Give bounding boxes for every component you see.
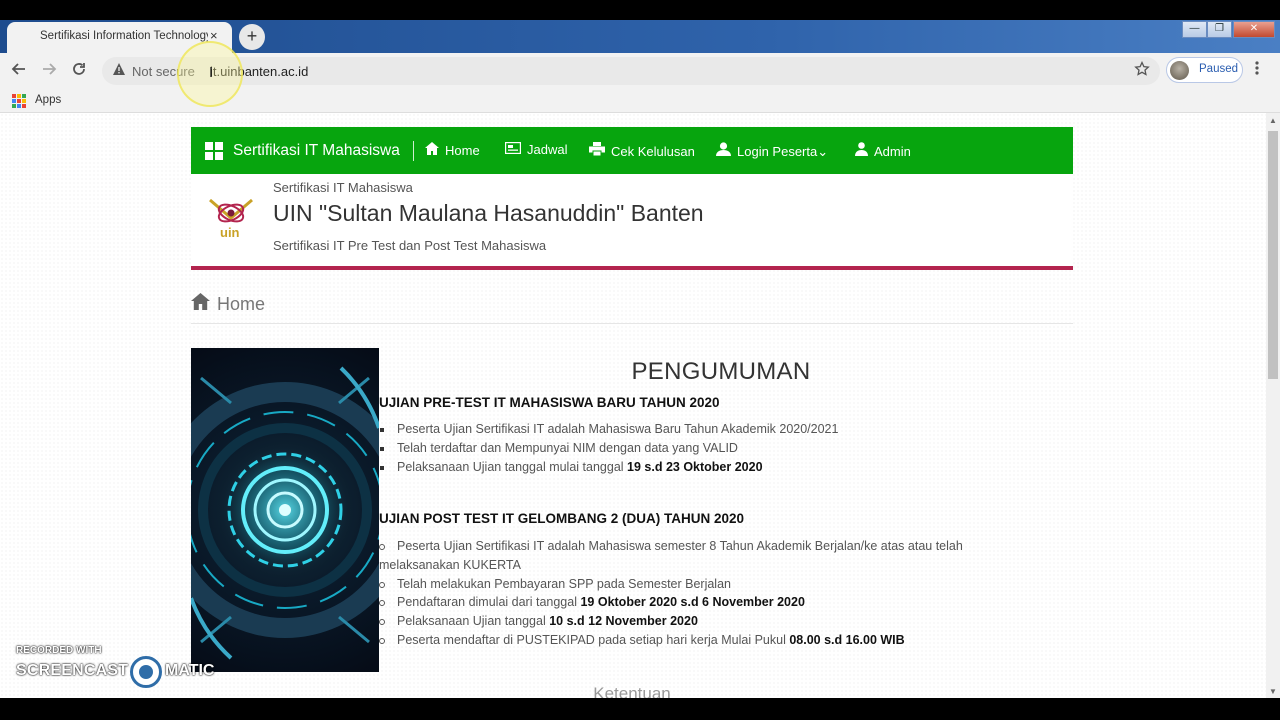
site-header: uin Sertifikasi IT Mahasiswa UIN "Sultan… xyxy=(191,174,1073,270)
watermark-brand-b: MATIC xyxy=(165,662,215,679)
tech-banner-image xyxy=(191,348,379,672)
card-icon xyxy=(504,141,522,157)
nav-home-label: Home xyxy=(445,143,480,158)
list-item: Telah terdaftar dan Mempunyai NIM dengan… xyxy=(379,439,1039,458)
nav-login-peserta-label: Login Peserta⌄ xyxy=(737,144,829,159)
screencast-watermark: RECORDED WITH SCREENCAST MATIC xyxy=(16,645,236,689)
uin-logo: uin xyxy=(209,198,253,240)
nav-cek-kelulusan-label: Cek Kelulusan xyxy=(611,144,695,159)
scroll-thumb[interactable] xyxy=(1268,131,1278,379)
page-scrollbar[interactable]: ▲ ▼ xyxy=(1266,113,1280,698)
user-icon xyxy=(716,142,731,159)
reload-icon[interactable] xyxy=(71,61,87,82)
profile-status: Paused xyxy=(1199,63,1239,75)
list-item: Peserta Ujian Sertifikasi IT adalah Maha… xyxy=(379,420,1039,439)
list-item: Pelaksanaan Ujian tanggal 10 s.d 12 Nove… xyxy=(379,612,1039,631)
nav-divider xyxy=(413,141,414,161)
nav-home[interactable]: Home xyxy=(425,142,480,158)
screen: Sertifikasi Information Technology × + —… xyxy=(0,0,1280,720)
scroll-down-icon[interactable]: ▼ xyxy=(1269,687,1277,696)
list-item: Telah melakukan Pembayaran SPP pada Seme… xyxy=(379,575,1039,594)
list-item: Pendaftaran dimulai dari tanggal 19 Okto… xyxy=(379,593,1039,612)
nav-jadwal[interactable]: Jadwal xyxy=(504,141,568,157)
list-item: Pelaksanaan Ujian tanggal mulai tanggal … xyxy=(379,458,1039,477)
bookmark-star-icon[interactable] xyxy=(1134,60,1150,82)
pretest-title: UJIAN PRE-TEST IT MAHASISWA BARU TAHUN 2… xyxy=(379,395,720,410)
pretest-list: Peserta Ujian Sertifikasi IT adalah Maha… xyxy=(379,420,1039,476)
site-title: UIN "Sultan Maulana Hasanuddin" Banten xyxy=(273,200,704,226)
bottom-black-bar xyxy=(0,698,1280,720)
list-item: Peserta mendaftar di PUSTEKIPAD pada set… xyxy=(379,631,1039,650)
top-black-bar xyxy=(0,0,1280,20)
watermark-brand-a: SCREENCAST xyxy=(16,662,129,679)
page-viewport: Sertifikasi IT Mahasiswa Home Jadwal Cek… xyxy=(0,113,1266,698)
screencast-logo-icon xyxy=(130,656,162,688)
site-navbar: Sertifikasi IT Mahasiswa Home Jadwal Cek… xyxy=(191,127,1073,174)
apps-bookmark[interactable]: Apps xyxy=(35,94,61,106)
breadcrumb-home[interactable]: Home xyxy=(217,294,265,315)
grid-icon xyxy=(205,142,223,160)
new-tab-button[interactable]: + xyxy=(239,24,265,50)
warning-triangle-icon[interactable] xyxy=(112,62,126,79)
back-arrow-icon[interactable] xyxy=(11,61,27,82)
breadcrumb: Home xyxy=(191,293,1073,324)
site-brand[interactable]: Sertifikasi IT Mahasiswa xyxy=(233,142,400,160)
ketentuan-heading: Ketentuan xyxy=(593,684,671,698)
site-tagline: Sertifikasi IT Pre Test dan Post Test Ma… xyxy=(273,238,547,253)
watermark-recorded: RECORDED WITH xyxy=(16,645,102,656)
home-icon xyxy=(425,142,439,158)
nav-cek-kelulusan[interactable]: Cek Kelulusan xyxy=(589,142,695,159)
profile-button[interactable]: Paused xyxy=(1166,57,1243,83)
text-cursor-icon: I xyxy=(209,64,214,81)
apps-grid-icon[interactable] xyxy=(12,94,26,108)
avatar xyxy=(1170,61,1189,80)
close-window-button[interactable]: ✕ xyxy=(1233,21,1275,38)
nav-admin[interactable]: Admin xyxy=(855,142,911,159)
menu-dots-icon[interactable] xyxy=(1254,60,1260,81)
address-bar[interactable]: Not secure it.uinbanten.ac.id xyxy=(102,57,1160,85)
posttest-list: Peserta Ujian Sertifikasi IT adalah Maha… xyxy=(379,537,1039,650)
announcement-section: PENGUMUMAN UJIAN PRE-TEST IT MAHASISWA B… xyxy=(379,348,1073,698)
admin-icon xyxy=(855,142,868,159)
logo-text: uin xyxy=(220,225,240,240)
scroll-up-icon[interactable]: ▲ xyxy=(1269,116,1277,125)
tab-title: Sertifikasi Information Technology xyxy=(40,30,208,42)
list-item: Peserta Ujian Sertifikasi IT adalah Maha… xyxy=(379,537,1039,575)
nav-admin-label: Admin xyxy=(874,144,911,159)
posttest-title: UJIAN POST TEST IT GELOMBANG 2 (DUA) TAH… xyxy=(379,511,745,526)
header-kicker: Sertifikasi IT Mahasiswa xyxy=(273,180,413,195)
nav-login-peserta[interactable]: Login Peserta⌄ xyxy=(716,142,828,160)
forward-arrow-icon[interactable] xyxy=(41,61,57,82)
minimize-button[interactable]: — xyxy=(1182,21,1207,38)
home-icon xyxy=(191,293,210,310)
printer-icon xyxy=(589,142,605,159)
nav-jadwal-label: Jadwal xyxy=(527,142,568,157)
announcement-heading: PENGUMUMAN xyxy=(631,358,811,385)
restore-button[interactable]: ❐ xyxy=(1207,21,1232,38)
